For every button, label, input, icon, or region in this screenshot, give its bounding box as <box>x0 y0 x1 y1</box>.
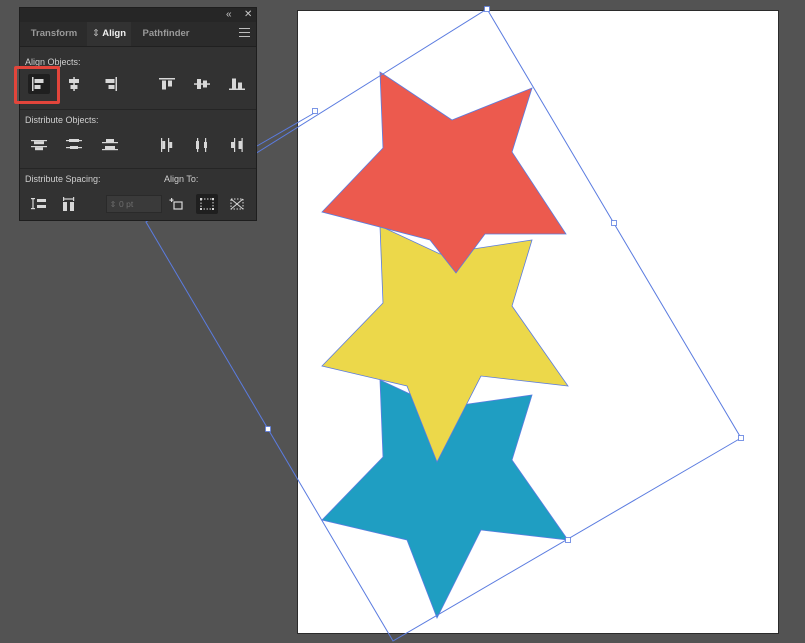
horizontal-distribute-center-button[interactable] <box>191 135 213 155</box>
align-to-selection-button[interactable] <box>166 194 188 214</box>
vertical-distribute-center-button[interactable] <box>63 135 85 155</box>
horizontal-align-center-button[interactable] <box>63 74 85 94</box>
vertical-align-top-button[interactable] <box>156 74 178 94</box>
distribute-top-icon <box>31 140 47 151</box>
horizontal-distribute-space-button[interactable] <box>58 194 80 214</box>
align-to-label: Align To: <box>164 174 199 184</box>
section-divider <box>20 109 256 110</box>
align-top-icon <box>159 78 175 90</box>
panel-title-bar[interactable]: « ✕ <box>20 8 256 22</box>
selection-handle-top-left[interactable] <box>312 108 318 114</box>
close-panel-icon[interactable]: ✕ <box>244 8 252 22</box>
spinner-arrows-icon[interactable]: ⇕ <box>107 200 119 209</box>
vertical-align-bottom-button[interactable] <box>226 74 248 94</box>
tab-align-arrows-icon: ⇕ <box>91 28 100 39</box>
distribute-horizontal-space-icon <box>63 197 75 211</box>
distribute-vertical-space-icon <box>31 198 46 210</box>
tab-align-label: Align <box>102 28 126 39</box>
selection-handle-bottom-right[interactable] <box>565 537 571 543</box>
section-divider <box>20 168 256 169</box>
spacing-value: 0 pt <box>119 199 134 209</box>
align-horizontal-center-icon <box>69 77 79 91</box>
horizontal-distribute-right-button[interactable] <box>226 135 248 155</box>
tab-align[interactable]: ⇕ Align <box>87 22 131 46</box>
vertical-distribute-bottom-button[interactable] <box>99 135 121 155</box>
align-to-key-object-button[interactable] <box>226 194 248 214</box>
selection-handle-left-mid[interactable] <box>265 426 271 432</box>
align-panel: « ✕ Transform ⇕ Align Pathfinder Align O… <box>19 7 257 221</box>
selection-handle-right[interactable] <box>738 435 744 441</box>
distribute-bottom-icon <box>102 139 118 151</box>
spacing-input[interactable]: ⇕ 0 pt <box>106 195 162 213</box>
horizontal-align-right-button[interactable] <box>99 74 121 94</box>
distribute-right-icon <box>231 138 243 152</box>
selection-handle-right-mid[interactable] <box>611 220 617 226</box>
align-right-icon <box>105 77 117 91</box>
yellow-star[interactable] <box>321 225 569 463</box>
align-to-artboard-icon <box>200 198 214 210</box>
vertical-distribute-top-button[interactable] <box>28 135 50 155</box>
tab-transform[interactable]: Transform <box>22 22 86 46</box>
align-vertical-center-icon <box>194 79 210 89</box>
align-to-artboard-button[interactable] <box>196 194 218 214</box>
align-to-selection-icon <box>169 198 183 210</box>
selection-edge <box>256 111 317 147</box>
distribute-objects-label: Distribute Objects: <box>25 115 99 125</box>
align-to-key-object-icon <box>230 198 244 210</box>
highlight-frame <box>14 66 60 104</box>
distribute-spacing-label: Distribute Spacing: <box>25 174 101 184</box>
tab-pathfinder[interactable]: Pathfinder <box>132 22 200 46</box>
horizontal-distribute-left-button[interactable] <box>156 135 178 155</box>
panel-menu-icon[interactable] <box>239 28 250 38</box>
vertical-align-center-button[interactable] <box>191 74 213 94</box>
distribute-vertical-center-icon <box>66 139 82 149</box>
panel-tabs: Transform ⇕ Align Pathfinder <box>20 22 256 47</box>
distribute-horizontal-center-icon <box>196 138 207 152</box>
vertical-distribute-space-button[interactable] <box>28 194 50 214</box>
align-bottom-icon <box>229 78 245 90</box>
selection-handle-top[interactable] <box>484 6 490 12</box>
distribute-left-icon <box>161 138 173 152</box>
collapse-panel-icon[interactable]: « <box>226 8 232 22</box>
